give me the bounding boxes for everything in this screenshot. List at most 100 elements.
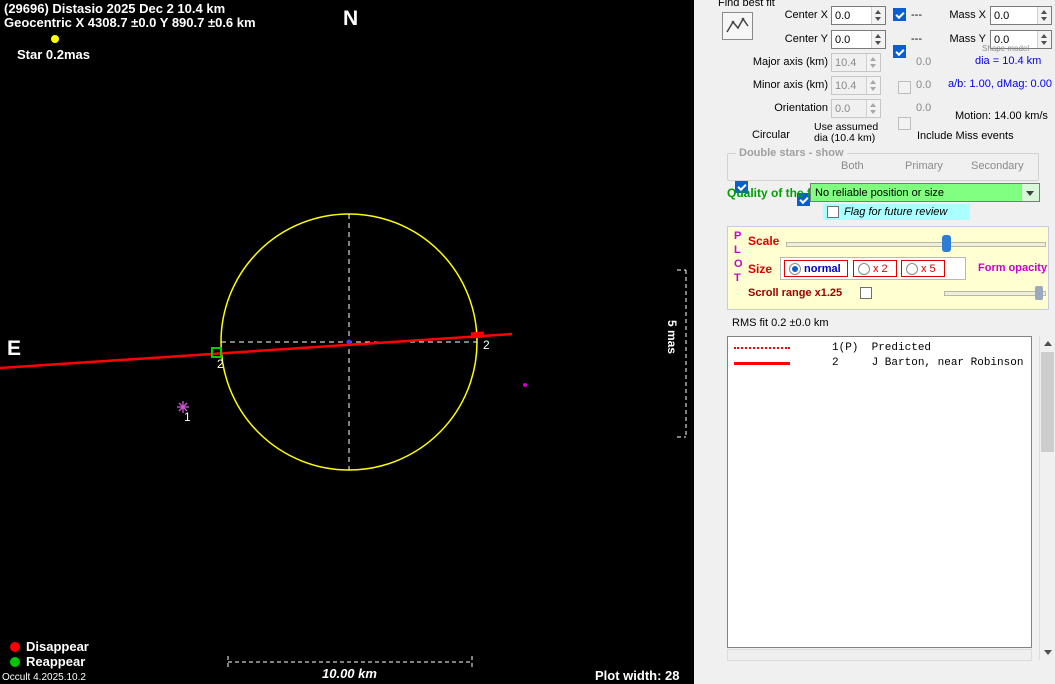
- plot-letter-o: O: [734, 258, 743, 270]
- occult-window: (29696) Distasio 2025 Dec 2 10.4 km Geoc…: [0, 0, 1055, 684]
- size-x5-option[interactable]: x 5: [901, 260, 945, 277]
- legend-reappear-label: Reappear: [26, 654, 86, 669]
- north-label: N: [343, 7, 359, 30]
- size-x2-option[interactable]: x 2: [853, 260, 897, 277]
- scrollbar-thumb[interactable]: [1041, 352, 1054, 452]
- predicted-line-sample: [734, 347, 790, 349]
- form-opacity-label: Form opacity: [978, 262, 1048, 274]
- size-options-box: normal x 2 x 5: [780, 257, 966, 280]
- size-normal-option[interactable]: normal: [784, 260, 848, 277]
- plot-canvas[interactable]: [0, 0, 694, 684]
- fit-listbox[interactable]: 1(P) Predicted 2 J Barton, near Robinson: [727, 336, 1032, 648]
- motion-label: Motion: 14.00 km/s: [955, 110, 1048, 122]
- major-axis-spinner[interactable]: 10.4: [831, 53, 881, 72]
- horizontal-scrollbar[interactable]: [727, 649, 1032, 661]
- size-x2-radio[interactable]: [858, 262, 870, 275]
- size-normal-radio[interactable]: [789, 262, 801, 275]
- chord-left-number: 2: [217, 357, 224, 371]
- orientation-spin-buttons[interactable]: [866, 100, 880, 117]
- scale-slider[interactable]: [786, 235, 1046, 252]
- center-x-spin-buttons[interactable]: [871, 7, 885, 24]
- center-x-spinner[interactable]: 0.0: [831, 6, 886, 25]
- plot-title-line2: Geocentric X 4308.7 ±0.0 Y 890.7 ±0.6 km: [4, 15, 256, 30]
- chord-line[interactable]: [0, 332, 513, 370]
- form-opacity-slider-thumb[interactable]: [1035, 286, 1043, 300]
- double-stars-label: Double stars - show: [736, 147, 847, 159]
- minor-axis-spinner[interactable]: 10.4: [831, 76, 881, 95]
- legend-reappear-dot: [10, 657, 20, 667]
- fit-curve-icon: [726, 17, 749, 33]
- scroll-up-arrow-icon[interactable]: [1040, 336, 1055, 351]
- mass-x-spinner[interactable]: 0.0: [990, 6, 1052, 25]
- plot-title-line1: (29696) Distasio 2025 Dec 2 10.4 km: [4, 1, 226, 16]
- minor-axis-spin-buttons[interactable]: [866, 77, 880, 94]
- plot-controls-panel: P L O T Scale Size normal x 2 x 5 Form o…: [727, 226, 1049, 310]
- plot-letter-l: L: [734, 244, 741, 256]
- include-miss-label: Include Miss events: [917, 130, 1014, 142]
- quality-dropdown[interactable]: No reliable position or size: [810, 183, 1040, 202]
- circular-label: Circular: [752, 129, 790, 141]
- size-normal-label: normal: [804, 262, 841, 275]
- center-y-spinner[interactable]: 0.0: [831, 30, 886, 49]
- list-item-text: 2 J Barton, near Robinson: [832, 357, 1024, 369]
- scroll-range-checkbox[interactable]: [860, 287, 872, 299]
- mass-x-label: Mass X: [949, 9, 986, 21]
- quality-value: No reliable position or size: [815, 187, 945, 199]
- plot-width-label: Plot width: 28 km: [595, 668, 680, 684]
- double-stars-primary-label: Primary: [905, 160, 943, 172]
- list-item[interactable]: 1(P) Predicted: [728, 340, 1031, 355]
- center-x-label: Center X: [784, 9, 828, 21]
- minor-axis-checkbox[interactable]: [898, 117, 911, 130]
- size-x5-label: x 5: [921, 262, 936, 275]
- east-label: E: [7, 337, 22, 360]
- dia-info-label: dia = 10.4 km: [975, 55, 1042, 67]
- dropdown-arrow-icon[interactable]: [1021, 184, 1039, 201]
- plot-letter-p: P: [734, 230, 742, 242]
- scale-slider-thumb[interactable]: [942, 235, 951, 252]
- find-best-fit-label: Find best fit: [718, 0, 775, 9]
- plot-area[interactable]: (29696) Distasio 2025 Dec 2 10.4 km Geoc…: [0, 0, 694, 684]
- observed-line-sample: [734, 362, 790, 365]
- chord-right-number: 2: [483, 338, 490, 352]
- center-y-label: Center Y: [784, 33, 828, 45]
- major-axis-extra: 0.0: [916, 56, 932, 68]
- flag-review-checkbox[interactable]: [827, 206, 839, 218]
- ab-dmag-info-label: a/b: 1.00, dMag: 0.00: [948, 78, 1052, 90]
- shape-model-label: Shape model: [982, 44, 1030, 53]
- fit-button[interactable]: [722, 12, 753, 40]
- orientation-spinner[interactable]: 0.0: [831, 99, 881, 118]
- form-opacity-slider[interactable]: [944, 286, 1046, 300]
- mas-scale-label: 5 mas: [665, 320, 679, 355]
- flag-review-strip: Flag for future review: [823, 204, 970, 220]
- center-y-value: 0.0: [835, 34, 851, 46]
- rms-label: RMS fit 0.2 ±0.0 km: [732, 317, 829, 329]
- control-panel: Find best fit Center X 0.0 --- Mass X 0.…: [694, 0, 1055, 684]
- minor-axis-extra: 0.0: [916, 79, 932, 91]
- mass-y-label: Mass Y: [949, 33, 986, 45]
- size-x5-radio[interactable]: [906, 262, 918, 275]
- center-y-checkbox[interactable]: [893, 45, 906, 58]
- major-axis-spin-buttons[interactable]: [866, 54, 880, 71]
- mass-x-spin-buttons[interactable]: [1037, 7, 1051, 24]
- center-x-value: 0.0: [835, 10, 851, 22]
- center-x-checkbox[interactable]: [893, 8, 906, 21]
- minor-axis-label: Minor axis (km): [752, 79, 828, 91]
- center-y-spin-buttons[interactable]: [871, 31, 885, 48]
- orientation-value: 0.0: [835, 103, 851, 115]
- version-label: Occult 4.2025.10.2: [2, 672, 86, 683]
- legend-disappear-label: Disappear: [26, 639, 89, 654]
- size-label: Size: [748, 262, 773, 276]
- major-axis-value: 10.4: [835, 57, 857, 69]
- quality-label: Quality of the fit: [727, 186, 819, 200]
- major-axis-checkbox[interactable]: [898, 81, 911, 94]
- scroll-down-arrow-icon[interactable]: [1040, 645, 1055, 660]
- companion-dot: [523, 383, 527, 387]
- mass-y-spin-buttons[interactable]: [1037, 31, 1051, 48]
- flag-review-label: Flag for future review: [844, 206, 948, 218]
- star-dot: [51, 35, 59, 43]
- scale-label: Scale: [748, 234, 780, 248]
- list-item[interactable]: 2 J Barton, near Robinson: [728, 355, 1031, 370]
- center-x-dash: ---: [911, 9, 922, 21]
- vertical-scrollbar[interactable]: [1039, 336, 1055, 660]
- minor-axis-value: 10.4: [835, 80, 857, 92]
